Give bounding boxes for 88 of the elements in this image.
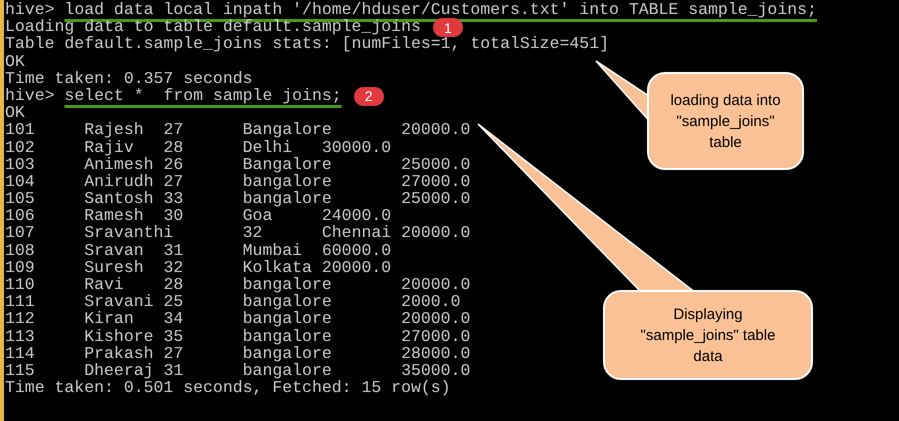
table-cell: 24000.0 <box>322 206 392 226</box>
output-text: OK <box>5 103 25 122</box>
table-cell: 25000.0 <box>401 189 470 208</box>
table-cell: Kiran <box>84 309 134 328</box>
table-cell: 20000.0 <box>401 223 470 242</box>
table-cell: Suresh <box>84 258 144 277</box>
table-cell: 20000.0 <box>322 258 392 277</box>
table-cell: 30 <box>163 206 184 226</box>
table-cell: Kishore <box>84 326 154 346</box>
table-cell: bangalore <box>242 360 332 380</box>
callout-text: Displaying "sample_joins" table data <box>640 304 776 366</box>
table-cell: Mumbai <box>242 240 302 260</box>
table-cell: 2000.0 <box>401 292 460 312</box>
table-cell: Sravani <box>84 292 154 312</box>
table-cell: bangalore <box>242 309 332 328</box>
table-cell: bangalore <box>242 275 332 294</box>
table-cell: Prakash <box>84 344 154 363</box>
table-cell: Rajesh <box>84 120 144 140</box>
table-cell: 108 <box>5 240 35 260</box>
table-cell: 32 <box>163 258 184 277</box>
table-cell: 109 <box>5 258 35 277</box>
table-cell: 26 <box>163 154 184 174</box>
table-cell: Rajiv <box>84 138 134 156</box>
table-cell: 25 <box>163 292 184 312</box>
table-cell: Chennai <box>322 223 392 242</box>
table-cell: 27 <box>163 172 184 191</box>
command-text: select * from sample joins; <box>64 86 342 105</box>
callout-text: loading data into "sample_joins" table <box>670 90 781 152</box>
command-text: load data local inpath '/home/hduser/Customers.txt' into TABLE sample_joins; <box>64 0 817 19</box>
table-cell: 110 <box>5 275 35 294</box>
table-cell: 28 <box>163 138 184 156</box>
table-cell: 30000.0 <box>322 138 392 156</box>
table-cell: Santosh <box>84 189 154 208</box>
table-cell: 101 <box>5 120 35 140</box>
table-cell: bangalore <box>242 292 332 312</box>
table-cell: 112 <box>5 309 35 328</box>
table-cell: 107 <box>5 223 35 242</box>
table-cell: bangalore <box>242 344 332 363</box>
table-cell: 20000.0 <box>401 275 470 294</box>
table-cell: Animesh <box>84 154 154 174</box>
table-cell: Anirudh <box>84 172 154 191</box>
output-text: Loading data to table default.sample_joins <box>5 17 421 36</box>
table-cell: 20000.0 <box>401 309 470 328</box>
table-cell: 27 <box>163 120 184 140</box>
table-cell: Delhi <box>242 138 292 156</box>
table-cell: 102 <box>5 138 35 156</box>
table-cell: 105 <box>5 189 35 208</box>
table-cell: bangalore <box>242 172 332 191</box>
number-badge: 2 <box>354 86 384 106</box>
table-cell: Sravanthi <box>84 223 174 242</box>
table-cell: Kolkata <box>242 258 312 277</box>
table-cell: 31 <box>163 360 184 380</box>
prompt: hive> <box>5 0 55 19</box>
table-cell: 114 <box>5 344 35 363</box>
table-cell: 33 <box>163 189 184 208</box>
table-cell: 35000.0 <box>401 360 470 380</box>
table-cell: 35 <box>163 326 184 346</box>
table-cell: 27000.0 <box>401 326 470 346</box>
table-cell: 60000.0 <box>322 240 392 260</box>
table-cell: bangalore <box>242 189 332 208</box>
number-badge: 1 <box>432 18 463 38</box>
table-cell: Sravan <box>84 240 144 260</box>
table-cell: 113 <box>5 326 35 346</box>
table-cell: 103 <box>5 154 35 174</box>
table-cell: 104 <box>5 172 35 191</box>
table-cell: 115 <box>5 360 35 380</box>
table-cell: Ramesh <box>84 206 144 226</box>
table-cell: 106 <box>5 206 35 226</box>
table-cell: Ravi <box>84 275 124 294</box>
table-cell: 20000.0 <box>401 120 470 140</box>
table-cell: 25000.0 <box>401 154 470 174</box>
table-cell: 27 <box>163 344 184 363</box>
table-cell: 28000.0 <box>401 344 470 363</box>
output-text: OK <box>5 52 25 71</box>
table-cell: Bangalore <box>242 120 332 140</box>
table-cell: 34 <box>163 309 184 328</box>
output-text: Time taken: 0.501 seconds, Fetched: 15 row(s) <box>5 378 451 398</box>
table-cell: 28 <box>163 275 184 294</box>
table-cell: 32 <box>242 223 262 242</box>
table-cell: bangalore <box>242 326 332 346</box>
table-cell: Goa <box>242 206 272 226</box>
table-cell: 31 <box>163 240 184 260</box>
table-cell: 111 <box>5 292 35 312</box>
output-text: Time taken: 0.357 seconds <box>5 68 253 88</box>
table-cell: Bangalore <box>242 154 332 174</box>
table-cell: Dheeraj <box>84 360 154 380</box>
prompt: hive> <box>5 86 55 105</box>
table-cell: 27000.0 <box>401 172 470 191</box>
